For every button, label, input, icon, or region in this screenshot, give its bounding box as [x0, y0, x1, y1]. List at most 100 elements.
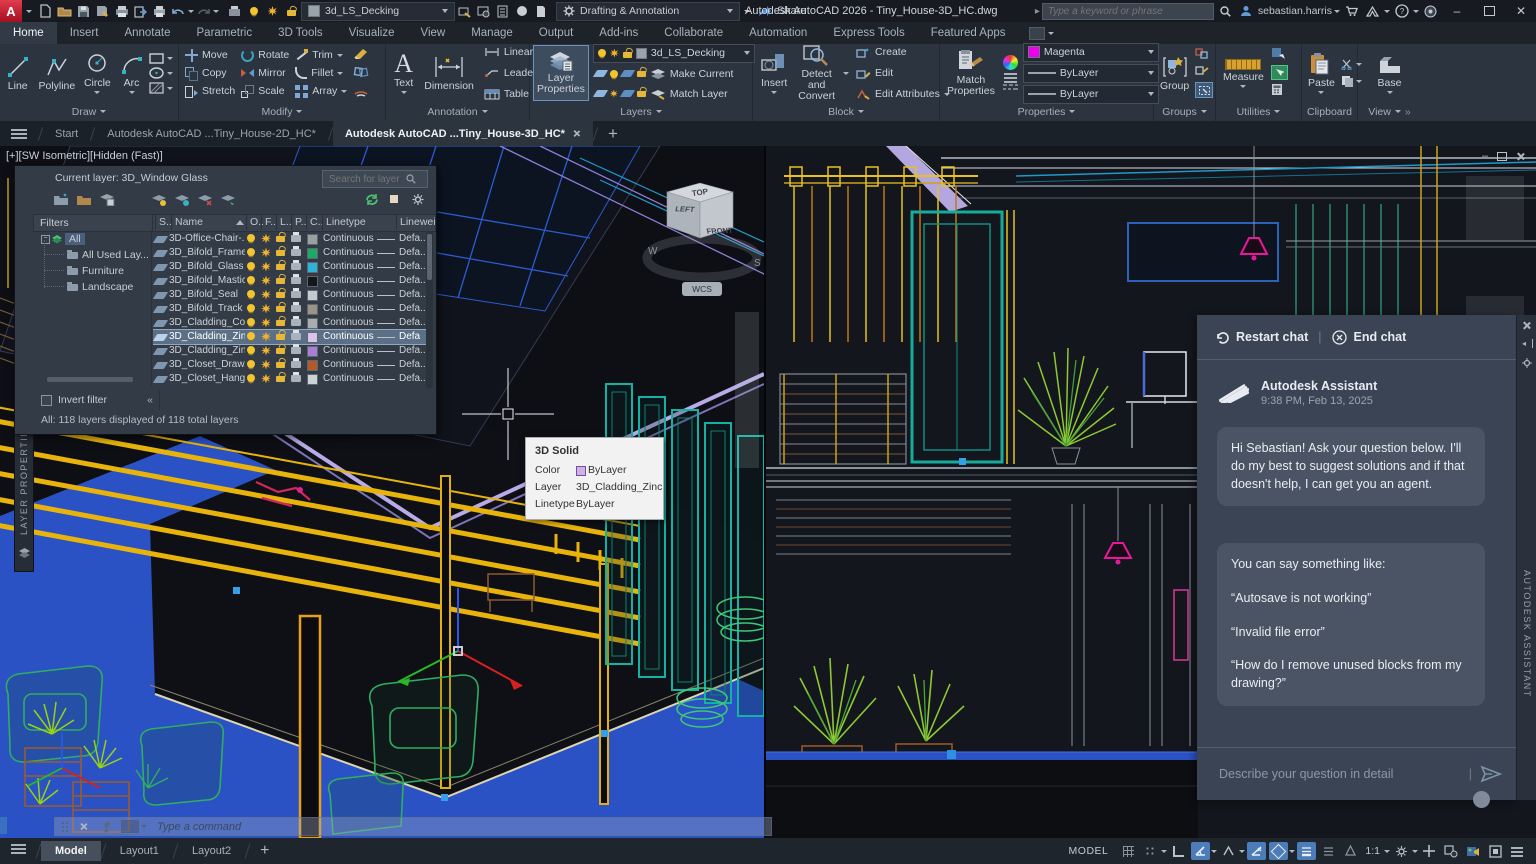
match-properties-button[interactable]: Match Properties	[944, 49, 998, 97]
ribbon-layer-combo[interactable]: 3d_LS_Decking	[593, 44, 755, 63]
customize-wrench-icon[interactable]	[100, 820, 115, 833]
new-group-filter-icon[interactable]	[76, 193, 91, 206]
tree-item-all-used[interactable]: All Used Lay...	[67, 249, 149, 261]
panel-label-groups[interactable]: Groups	[1154, 103, 1215, 120]
scale-caret-icon[interactable]	[1384, 850, 1390, 853]
filters-hscrollbar[interactable]	[47, 377, 133, 382]
properties-palette-icon[interactable]	[494, 3, 511, 19]
annotation-scale-value[interactable]: 1:1	[1361, 845, 1384, 857]
layout1-tab[interactable]: Layout1	[106, 841, 173, 861]
crosshair-size-icon[interactable]	[1420, 842, 1439, 860]
search-input[interactable]	[1042, 3, 1214, 20]
doctab-menu-icon[interactable]	[0, 121, 38, 146]
paste-button[interactable]: Paste	[1305, 52, 1338, 94]
customization-menu-icon[interactable]	[1508, 842, 1527, 860]
app-menu-caret-icon[interactable]	[26, 10, 32, 13]
panel-label-utilities[interactable]: Utilities	[1216, 103, 1301, 120]
transparency-toggle[interactable]	[1319, 842, 1338, 860]
layer-search-input[interactable]	[327, 173, 403, 186]
new-layout-button[interactable]: +	[250, 842, 279, 860]
tab-add-ins[interactable]: Add-ins	[586, 22, 651, 44]
layout2-tab[interactable]: Layout2	[178, 841, 245, 861]
model-space-toggle[interactable]: MODEL	[1060, 844, 1118, 858]
panel-label-properties[interactable]: Properties	[940, 103, 1153, 120]
match-layer-button[interactable]: Match Layer	[593, 85, 755, 103]
base-button[interactable]: Base	[1374, 52, 1406, 94]
arc-button[interactable]: Arc	[117, 52, 147, 94]
restore-button[interactable]	[1474, 0, 1504, 22]
panel-label-view[interactable]: View»	[1358, 103, 1421, 120]
palette-gear-icon[interactable]	[411, 193, 426, 206]
app-logo[interactable]: A	[0, 0, 22, 22]
invert-collapse-button[interactable]: «	[147, 394, 153, 406]
isodraft-toggle[interactable]	[1219, 842, 1238, 860]
object-snap-tracking-toggle[interactable]	[1247, 842, 1266, 860]
isolate-objects-icon[interactable]	[1442, 842, 1461, 860]
help-caret-icon[interactable]	[1413, 10, 1419, 13]
access-caret-icon[interactable]	[1384, 10, 1390, 13]
explode-icon[interactable]	[353, 66, 369, 81]
layer-table-vscrollbar[interactable]	[426, 232, 433, 388]
layer-states-manager-icon[interactable]	[99, 193, 114, 206]
selection-cycling-toggle[interactable]	[1341, 842, 1360, 860]
line-button[interactable]: Line	[3, 55, 33, 92]
graphics-performance-icon[interactable]	[1464, 842, 1483, 860]
group-selection-toggle-icon[interactable]	[1195, 82, 1213, 98]
undo-icon[interactable]	[170, 3, 187, 19]
command-input[interactable]	[155, 820, 459, 834]
object-snap-toggle[interactable]	[1269, 842, 1288, 860]
layer-row[interactable]: 3D_Bifold_TrackContinuousDefa...	[153, 302, 429, 316]
calculator-icon[interactable]	[1271, 83, 1288, 99]
lineweight-combo[interactable]: ByLayer	[1023, 64, 1159, 83]
polyline-button[interactable]: Polyline	[35, 55, 78, 92]
tab-featured-apps[interactable]: Featured Apps	[918, 22, 1019, 44]
new-drawing-button[interactable]: +	[598, 121, 628, 146]
doctab-3d[interactable]: Autodesk AutoCAD ...Tiny_House-3D_HC*	[333, 121, 593, 146]
workspace-combo[interactable]: Drafting & Annotation	[556, 2, 740, 21]
tab-view[interactable]: View	[407, 22, 458, 44]
assistant-question-input[interactable]	[1217, 766, 1451, 782]
suggestion-1[interactable]: “Autosave is not working”	[1231, 590, 1471, 608]
tab-annotate[interactable]: Annotate	[111, 22, 183, 44]
suggestion-3[interactable]: “How do I remove unused blocks from my d…	[1231, 657, 1471, 693]
trim-button[interactable]: Trim	[293, 46, 349, 64]
id-point-icon[interactable]	[1271, 47, 1288, 62]
tree-item-all[interactable]: All	[65, 233, 85, 245]
workspace-gear-icon[interactable]	[1392, 842, 1411, 860]
layer-row[interactable]: 3D_Bifold_SealContinuousDefa...	[153, 288, 429, 302]
ellipse-tool-button[interactable]	[149, 67, 173, 79]
close-button[interactable]: ✕	[1506, 0, 1536, 22]
layer-tool-icon[interactable]	[226, 3, 243, 19]
sheet-set-icon[interactable]	[532, 3, 549, 19]
layer-search-box[interactable]	[322, 170, 428, 188]
text-button[interactable]: A Text	[391, 52, 416, 94]
app-store-icon[interactable]	[1343, 3, 1360, 19]
viewport-controls-label[interactable]: [+][SW Isometric][Hidden (Fast)]	[6, 150, 163, 162]
tab-express-tools[interactable]: Express Tools	[820, 22, 917, 44]
panel-label-annotation[interactable]: Annotation	[386, 103, 529, 120]
command-grip-icon[interactable]	[61, 821, 69, 832]
circle-button[interactable]: Circle	[81, 52, 114, 94]
export-icon[interactable]	[132, 3, 149, 19]
panel-label-block[interactable]: Block	[753, 103, 939, 120]
new-layer-icon[interactable]	[151, 193, 166, 206]
snap-mode-toggle[interactable]	[1141, 842, 1160, 860]
delete-layer-icon[interactable]	[197, 193, 212, 206]
linetype-combo[interactable]: ByLayer	[1023, 85, 1159, 104]
rectangle-tool-button[interactable]	[149, 52, 173, 64]
dimension-button[interactable]: Dimension	[421, 55, 477, 92]
command-dock-handle[interactable]	[0, 817, 7, 834]
osnap-caret-icon[interactable]	[1289, 850, 1295, 853]
layer-row[interactable]: 3D_Bifold_MasticContinuousDefa...	[153, 274, 429, 288]
group-button[interactable]: Group	[1157, 55, 1192, 92]
layer-state-icon[interactable]	[456, 3, 473, 19]
plot-icon[interactable]	[113, 3, 130, 19]
search-expand-icon[interactable]: ▸	[1035, 6, 1040, 17]
group-edit-icon[interactable]	[1195, 65, 1213, 79]
make-current-button[interactable]: Make Current	[593, 65, 755, 83]
suggestion-2[interactable]: “Invalid file error”	[1231, 624, 1471, 642]
tab-output[interactable]: Output	[526, 22, 587, 44]
mirror-button[interactable]: Mirror	[239, 64, 291, 82]
erase-icon[interactable]	[353, 47, 369, 62]
viewcube[interactable]: W S TOP LEFT FRONT WCS	[640, 172, 764, 302]
